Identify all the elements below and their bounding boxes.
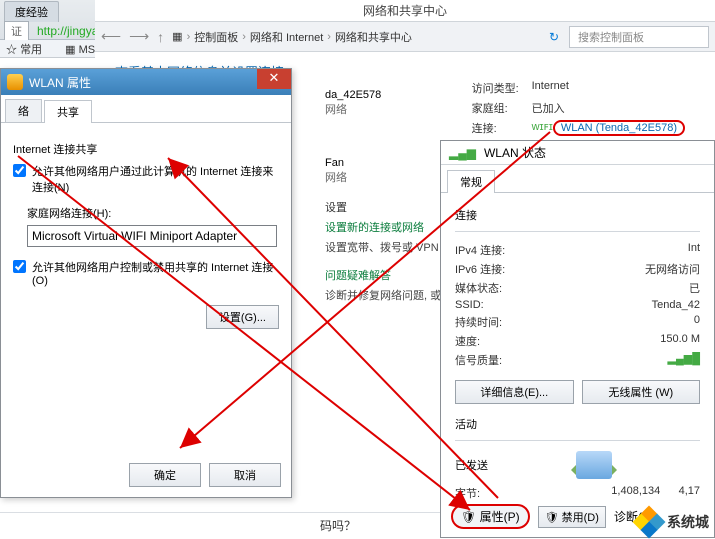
breadcrumb[interactable]: ▦ › 控制面板› 网络和 Internet› 网络和共享中心	[172, 29, 539, 45]
signal-icon: ▂▄▆	[449, 146, 476, 160]
status-titlebar[interactable]: ▂▄▆ WLAN 状态	[441, 141, 714, 165]
tab-network[interactable]: 络	[5, 99, 42, 122]
watermark-logo-icon	[635, 508, 663, 536]
browser-tab[interactable]: 度经验	[4, 1, 59, 22]
allow-share-input[interactable]	[13, 164, 26, 177]
addr-prefix: 证	[4, 21, 29, 41]
activity-icon	[576, 451, 612, 479]
settings-button[interactable]: 设置(G)...	[206, 305, 279, 329]
activity-group: 活动	[455, 416, 700, 432]
details-button[interactable]: 详细信息(E)...	[455, 380, 574, 404]
dialog-title: WLAN 属性	[29, 74, 91, 91]
home-connection-select[interactable]: Microsoft Virtual WIFI Miniport Adapter	[27, 225, 277, 247]
wireless-properties-button[interactable]: 无线属性 (W)	[582, 380, 701, 404]
dialog-titlebar[interactable]: WLAN 属性 ✕	[1, 69, 291, 95]
bookmarks-label: ☆ 常用	[6, 44, 52, 56]
disable-button[interactable]: 🛡 禁用(D)	[538, 506, 606, 528]
nsc-title: 网络和共享中心	[95, 0, 715, 22]
wlan-properties-dialog: WLAN 属性 ✕ 络 共享 Internet 连接共享 允许其他网络用户通过此…	[0, 68, 292, 498]
connection-group: 连接	[455, 207, 700, 223]
nav-up-icon[interactable]: ↑	[157, 29, 164, 45]
nsc-toolbar: ⟵ ⟶ ↑ ▦ › 控制面板› 网络和 Internet› 网络和共享中心 ↻ …	[95, 22, 715, 52]
properties-button[interactable]: 🛡 属性(P)	[451, 504, 530, 529]
refresh-icon[interactable]: ↻	[549, 30, 559, 44]
nav-back-icon[interactable]: ⟵	[101, 28, 121, 45]
ok-button[interactable]: 确定	[129, 463, 201, 487]
allow-control-checkbox[interactable]: 允许其他网络用户控制或禁用共享的 Internet 连接(O)	[13, 259, 279, 287]
tab-general[interactable]: 常规	[447, 170, 495, 193]
connection-info: 访问类型:Internet 家庭组:已加入 连接:ᴡɪꜰɪ WLAN (Tend…	[472, 80, 685, 140]
wlan-status-dialog: ▂▄▆ WLAN 状态 常规 连接 IPv4 连接:Int IPv6 连接:无网…	[440, 140, 715, 538]
cancel-button[interactable]: 取消	[209, 463, 281, 487]
allow-share-checkbox[interactable]: 允许其他网络用户通过此计算机的 Internet 连接来连接(N)	[13, 163, 279, 195]
homegroup-link[interactable]: 已加入	[532, 100, 565, 116]
address-bar[interactable]: http://jingya	[37, 24, 98, 38]
allow-control-input[interactable]	[13, 260, 26, 273]
watermark: 系统城	[635, 508, 709, 536]
ics-section-label: Internet 连接共享	[13, 141, 279, 157]
shield-icon	[7, 74, 23, 90]
nav-fwd-icon[interactable]: ⟶	[129, 28, 149, 45]
close-button[interactable]: ✕	[257, 69, 291, 89]
home-connection-label: 家庭网络连接(H):	[27, 205, 279, 221]
wlan-connection-link[interactable]: WLAN (Tenda_42E578)	[553, 120, 685, 136]
search-input[interactable]: 搜索控制面板	[569, 26, 709, 48]
tab-sharing[interactable]: 共享	[44, 100, 92, 123]
